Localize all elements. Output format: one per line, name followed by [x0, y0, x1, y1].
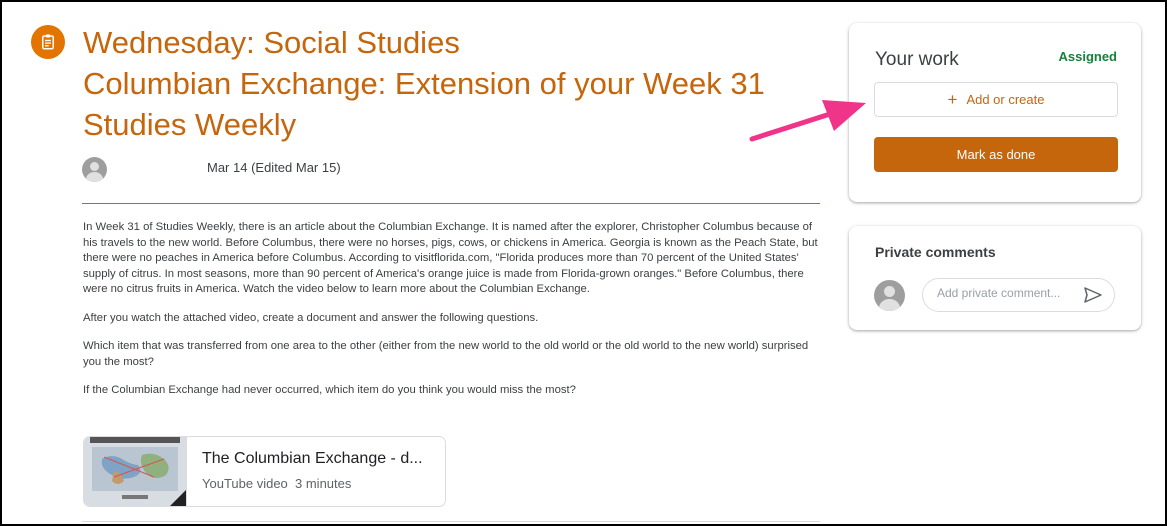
pointer-arrow-icon — [749, 100, 866, 142]
